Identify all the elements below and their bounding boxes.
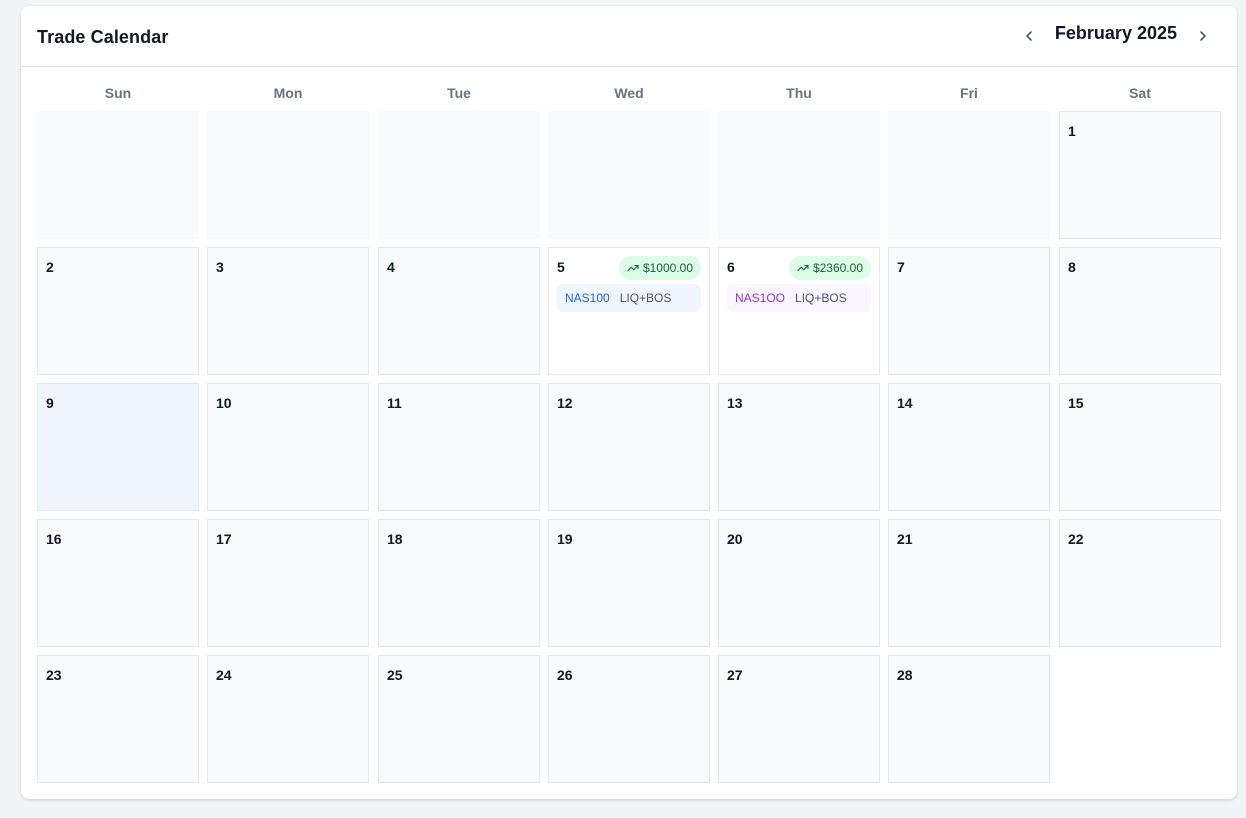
month-navigation: February 2025 xyxy=(1015,20,1217,52)
day-cell-4[interactable]: 4 xyxy=(378,247,540,375)
day-number: 5 xyxy=(557,259,565,275)
day-number: 4 xyxy=(387,259,395,275)
trade-setup: LIQ+BOS xyxy=(619,291,672,305)
trending-up-icon xyxy=(797,264,809,272)
day-cell-9-today[interactable]: 9 xyxy=(37,383,199,511)
day-number: 7 xyxy=(897,259,905,275)
day-number: 15 xyxy=(1068,395,1084,411)
chevron-right-icon xyxy=(1200,31,1206,41)
weekday-thu: Thu xyxy=(786,85,812,101)
day-cell-14[interactable]: 14 xyxy=(888,383,1050,511)
day-number: 27 xyxy=(727,667,743,683)
empty-day-cell xyxy=(718,111,880,239)
day-number: 2 xyxy=(46,259,54,275)
calendar-header: Trade Calendar February 2025 xyxy=(21,6,1237,67)
empty-day-cell xyxy=(548,111,710,239)
day-cell-15[interactable]: 15 xyxy=(1059,383,1221,511)
day-cell-21[interactable]: 21 xyxy=(888,519,1050,647)
profit-amount: $2360.00 xyxy=(812,261,863,275)
trade-entry[interactable]: NAS100 LIQ+BOS xyxy=(557,284,701,312)
day-cell-26[interactable]: 26 xyxy=(548,655,710,783)
day-number: 28 xyxy=(897,667,913,683)
day-number: 23 xyxy=(46,667,62,683)
trade-calendar-card: Trade Calendar February 2025 Sun Mon Tue… xyxy=(21,6,1237,799)
calendar-grid: 1 2 3 4 5 $1000.00 NAS100 LIQ+BOS 6 $236… xyxy=(37,111,1221,783)
day-number: 16 xyxy=(46,531,62,547)
day-number: 24 xyxy=(216,667,232,683)
day-number: 8 xyxy=(1068,259,1076,275)
profit-badge: $1000.00 xyxy=(618,256,701,280)
day-cell-17[interactable]: 17 xyxy=(207,519,369,647)
day-number: 10 xyxy=(216,395,232,411)
day-number: 26 xyxy=(557,667,573,683)
day-cell-1[interactable]: 1 xyxy=(1059,111,1221,239)
day-cell-2[interactable]: 2 xyxy=(37,247,199,375)
chevron-left-icon xyxy=(1026,31,1032,41)
day-cell-8[interactable]: 8 xyxy=(1059,247,1221,375)
day-cell-12[interactable]: 12 xyxy=(548,383,710,511)
current-month-label: February 2025 xyxy=(1054,22,1177,43)
day-number: 11 xyxy=(387,395,402,411)
trade-symbol: NAS1OO xyxy=(735,291,786,305)
day-cell-19[interactable]: 19 xyxy=(548,519,710,647)
day-cell-6[interactable]: 6 $2360.00 NAS1OO LIQ+BOS xyxy=(718,247,880,375)
empty-day-cell xyxy=(37,111,199,239)
day-cell-23[interactable]: 23 xyxy=(37,655,199,783)
day-number: 20 xyxy=(727,531,743,547)
trade-symbol: NAS100 xyxy=(565,291,610,305)
day-cell-24[interactable]: 24 xyxy=(207,655,369,783)
day-cell-7[interactable]: 7 xyxy=(888,247,1050,375)
day-cell-25[interactable]: 25 xyxy=(378,655,540,783)
day-cell-18[interactable]: 18 xyxy=(378,519,540,647)
empty-day-cell xyxy=(378,111,540,239)
day-cell-10[interactable]: 10 xyxy=(207,383,369,511)
page-title: Trade Calendar xyxy=(37,27,169,47)
weekday-tue: Tue xyxy=(447,85,471,101)
next-month-button[interactable] xyxy=(1189,22,1217,50)
day-number: 22 xyxy=(1068,531,1084,547)
day-cell-27[interactable]: 27 xyxy=(718,655,880,783)
day-number: 6 xyxy=(727,259,735,275)
day-number: 14 xyxy=(897,395,913,411)
weekday-header-row: Sun Mon Tue Wed Thu Fri Sat xyxy=(37,79,1221,107)
empty-day-cell xyxy=(207,111,369,239)
day-number: 21 xyxy=(897,531,913,547)
day-number: 12 xyxy=(557,395,573,411)
empty-day-cell xyxy=(888,111,1050,239)
day-cell-3[interactable]: 3 xyxy=(207,247,369,375)
day-cell-5[interactable]: 5 $1000.00 NAS100 LIQ+BOS xyxy=(548,247,710,375)
day-number: 3 xyxy=(216,259,224,275)
day-cell-16[interactable]: 16 xyxy=(37,519,199,647)
day-cell-28[interactable]: 28 xyxy=(888,655,1050,783)
weekday-sun: Sun xyxy=(104,85,132,101)
weekday-wed: Wed xyxy=(614,85,644,101)
day-cell-11[interactable]: 11 xyxy=(378,383,540,511)
trade-setup: LIQ+BOS xyxy=(795,291,847,305)
trade-entry[interactable]: NAS1OO LIQ+BOS xyxy=(727,284,871,312)
day-number: 25 xyxy=(387,667,403,683)
day-number: 18 xyxy=(387,531,403,547)
day-cell-22[interactable]: 22 xyxy=(1059,519,1221,647)
day-number: 19 xyxy=(557,531,573,547)
profit-amount: $1000.00 xyxy=(642,261,693,275)
day-cell-13[interactable]: 13 xyxy=(718,383,880,511)
prev-month-button[interactable] xyxy=(1015,22,1043,50)
day-number: 1 xyxy=(1068,123,1076,139)
weekday-fri: Fri xyxy=(960,85,978,101)
day-number: 13 xyxy=(727,395,743,411)
profit-badge: $2360.00 xyxy=(788,256,871,280)
weekday-sat: Sat xyxy=(1129,85,1151,101)
day-cell-20[interactable]: 20 xyxy=(718,519,880,647)
weekday-mon: Mon xyxy=(273,85,303,101)
day-number: 17 xyxy=(216,531,232,547)
trending-up-icon xyxy=(627,264,639,272)
day-number: 9 xyxy=(46,395,54,411)
